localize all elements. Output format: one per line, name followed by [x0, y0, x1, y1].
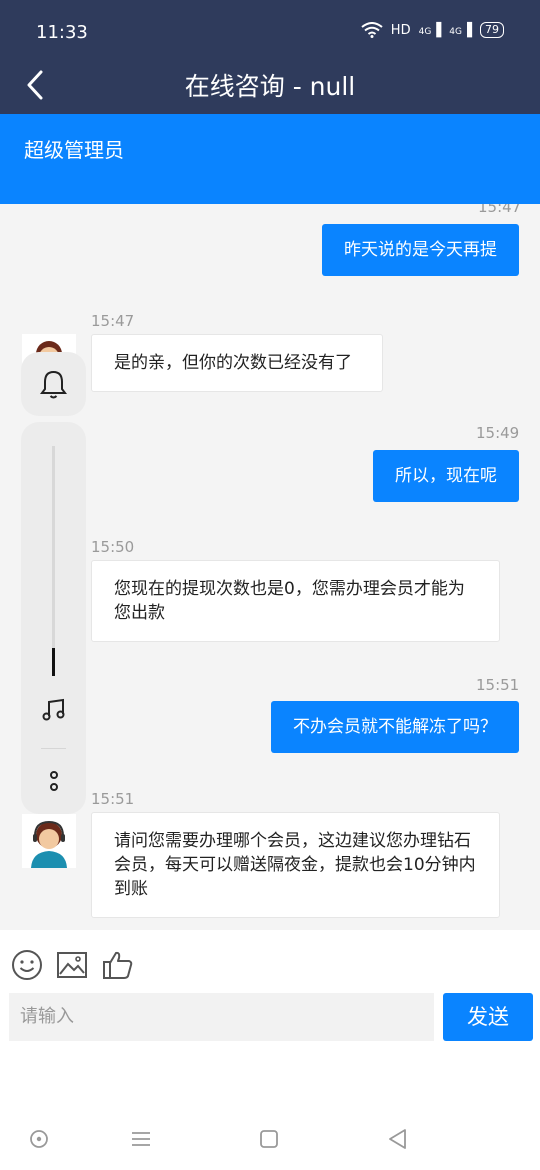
agent-avatar-icon [22, 814, 76, 868]
signal-icon-2: 4G▐ [449, 22, 472, 38]
message-time: 15:47 [91, 312, 135, 330]
message-bubble-out[interactable]: 所以，现在呢 [373, 450, 519, 502]
panel-divider [41, 748, 66, 749]
image-icon [57, 952, 87, 978]
wifi-icon [361, 22, 383, 38]
volume-panel[interactable] [21, 422, 86, 814]
message-time: 15:51 [476, 676, 520, 694]
thumbs-up-icon [103, 951, 133, 979]
message-bubble-out[interactable]: 昨天说的是今天再提 [322, 224, 519, 276]
status-time: 11:33 [36, 22, 88, 43]
message-time: 15:47 [478, 204, 522, 216]
message-input[interactable]: 请输入 [9, 993, 434, 1041]
notification-toggle[interactable] [21, 352, 86, 416]
music-icon [42, 698, 65, 721]
status-bar: 11:33 HD 4G▐ 4G▐ 79 [0, 0, 540, 58]
signal-icon: 4G▐ [418, 22, 442, 38]
bell-icon [40, 370, 67, 399]
page-title: 在线咨询 - null [184, 72, 356, 101]
assistant-icon[interactable] [26, 1126, 52, 1152]
emoji-button[interactable] [10, 948, 44, 982]
volume-slider-track[interactable] [52, 446, 55, 676]
message-bubble-in[interactable]: 是的亲，但你的次数已经没有了 [91, 334, 383, 392]
back-nav-icon[interactable] [384, 1126, 410, 1152]
message-bubble-out[interactable]: 不办会员就不能解冻了吗？ [271, 701, 519, 753]
message-time: 15:51 [91, 790, 135, 808]
message-bubble-in[interactable]: 请问您需要办理哪个会员，这边建议您办理钻石会员，每天可以赠送隔夜金，提款也会10… [91, 812, 500, 918]
home-icon[interactable] [256, 1126, 282, 1152]
hd-indicator: HD [390, 22, 411, 38]
menu-icon[interactable] [128, 1126, 154, 1152]
image-button[interactable] [55, 948, 89, 982]
status-icons: HD 4G▐ 4G▐ 79 [361, 22, 504, 38]
agent-name: 超级管理员 [24, 138, 124, 162]
more-icon[interactable] [46, 768, 62, 796]
avatar [22, 814, 76, 868]
message-time: 15:50 [91, 538, 135, 556]
agent-bar: 超级管理员 [0, 114, 540, 204]
system-nav-bar [0, 1110, 540, 1170]
title-bar: 在线咨询 - null [0, 58, 540, 114]
emoji-icon [12, 950, 42, 980]
send-button[interactable]: 发送 [443, 993, 533, 1041]
like-button[interactable] [101, 948, 135, 982]
message-time: 15:49 [476, 424, 520, 442]
message-bubble-in[interactable]: 您现在的提现次数也是0，您需办理会员才能为您出款 [91, 560, 500, 642]
volume-slider-fill [52, 648, 55, 676]
chat-area[interactable]: 15:47 昨天说的是今天再提 15:47 是的亲，但你的次数已经没有了 15:… [0, 204, 540, 930]
battery-icon: 79 [480, 22, 504, 38]
